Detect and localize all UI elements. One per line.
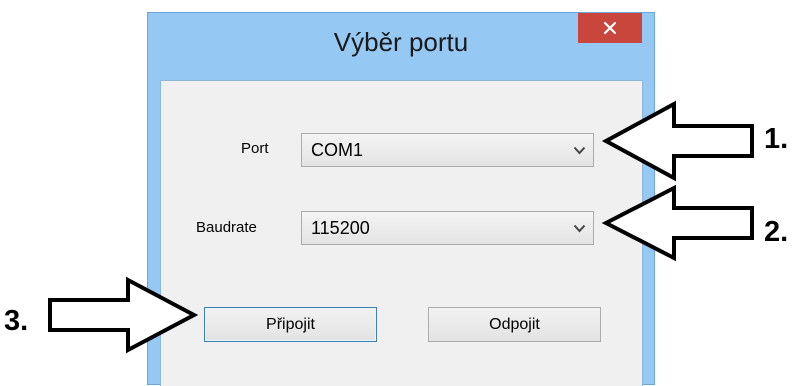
baudrate-label: Baudrate bbox=[196, 219, 257, 236]
baudrate-select-value: 115200 bbox=[311, 217, 370, 238]
step-1-label: 1. bbox=[764, 123, 789, 155]
arrow-left-icon bbox=[601, 100, 754, 182]
close-icon bbox=[603, 21, 617, 35]
connect-button[interactable]: Připojit bbox=[204, 307, 377, 342]
baudrate-select[interactable]: 115200 bbox=[301, 211, 594, 245]
chevron-down-icon bbox=[565, 212, 593, 244]
step-2-label: 2. bbox=[764, 216, 789, 248]
arrow-left-icon bbox=[601, 184, 754, 262]
chevron-down-icon bbox=[565, 134, 593, 166]
port-select-value: COM1 bbox=[311, 139, 364, 160]
port-select[interactable]: COM1 bbox=[301, 133, 594, 167]
disconnect-button[interactable]: Odpojit bbox=[428, 307, 601, 342]
port-selection-window: Výběr portu Port COM1 Baudrate 115200 Př… bbox=[147, 12, 655, 386]
arrow-right-icon bbox=[48, 276, 199, 354]
close-button[interactable] bbox=[578, 13, 642, 43]
step-3-label: 3. bbox=[4, 305, 29, 337]
dialog-body: Port COM1 Baudrate 115200 Připojit Odpoj… bbox=[160, 80, 643, 386]
port-label: Port bbox=[241, 140, 269, 157]
